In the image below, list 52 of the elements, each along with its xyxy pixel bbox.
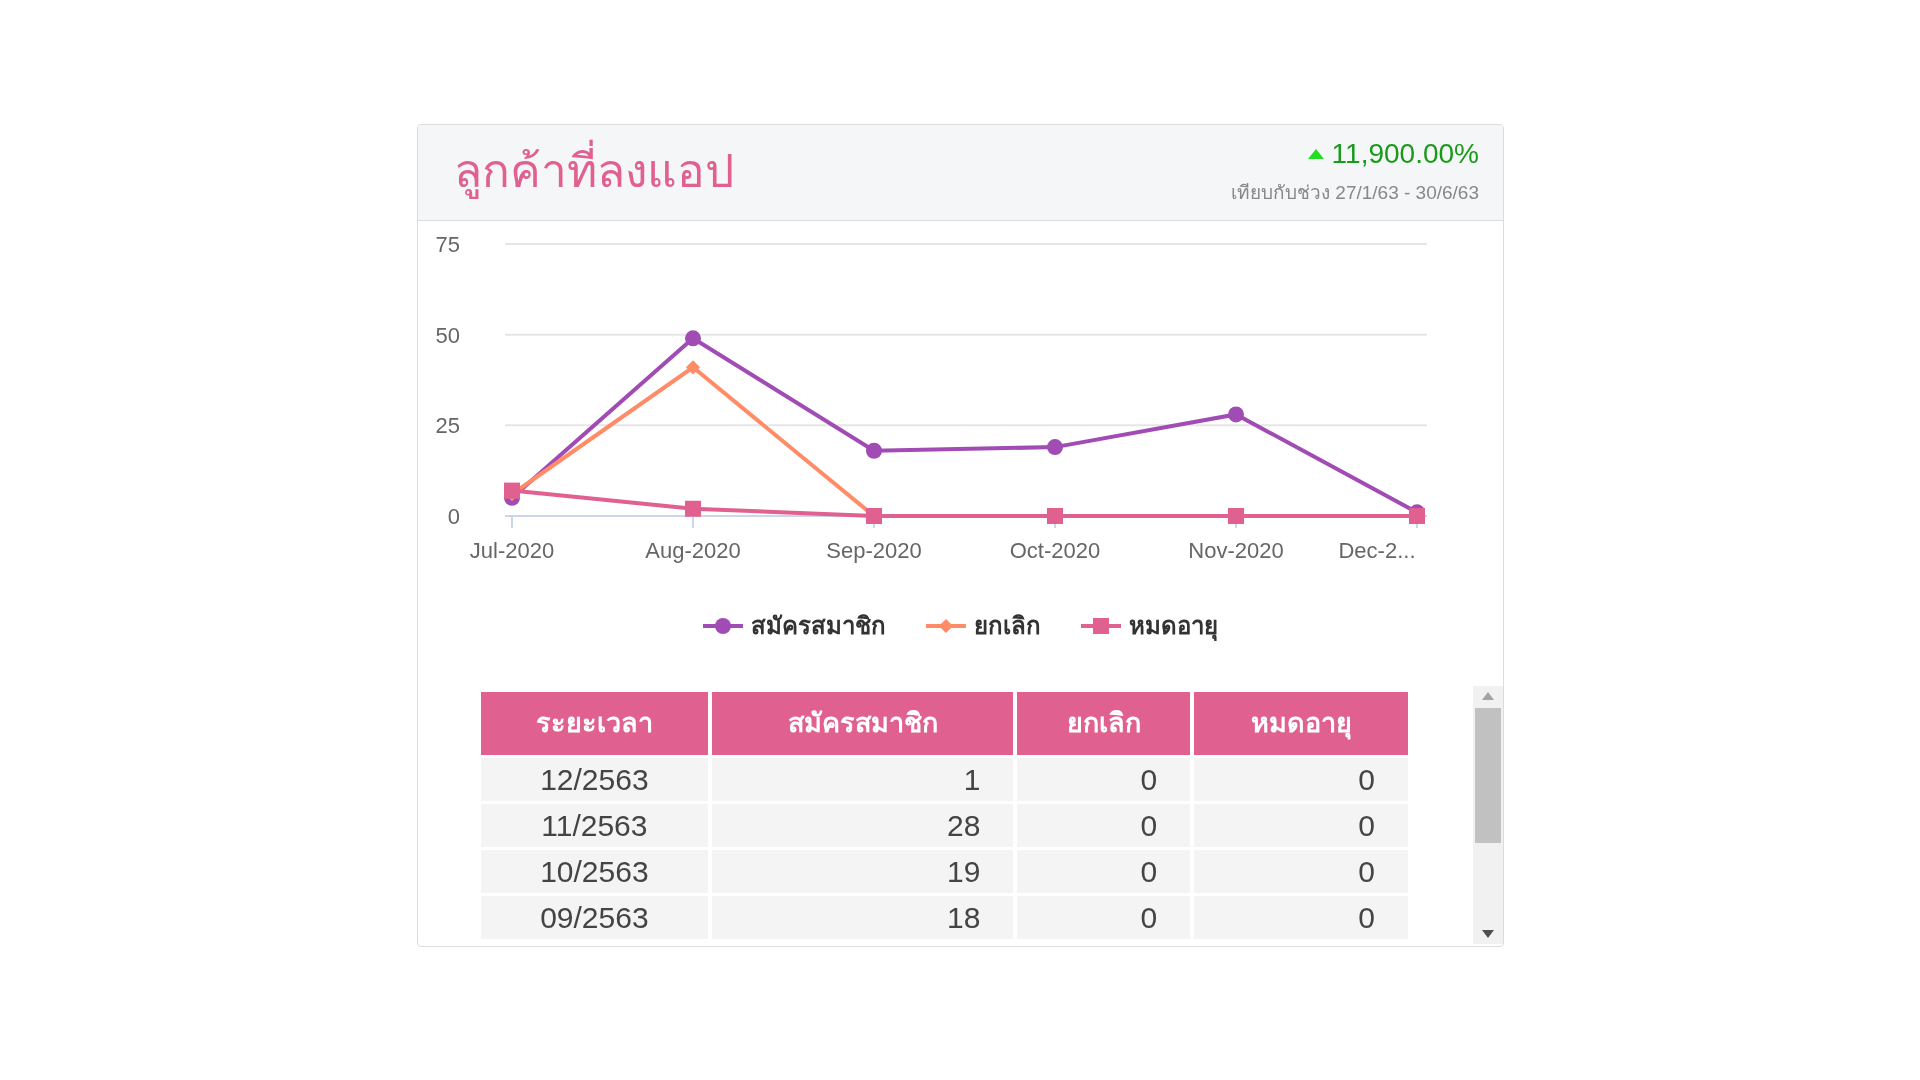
diamond-line-icon (926, 616, 966, 636)
x-axis-label: Nov-2020 (1188, 538, 1284, 563)
square-line-icon (1081, 616, 1121, 636)
legend-label: สมัครสมาชิก (751, 611, 886, 641)
column-header: หมดอายุ (1194, 692, 1409, 755)
table-cell: 0 (1017, 850, 1191, 893)
point (685, 360, 701, 375)
table-cell: 12/2563 (481, 758, 708, 801)
table-cell: 0 (1194, 758, 1409, 801)
table-cell: 0 (1194, 850, 1409, 893)
table-cell: 0 (1017, 758, 1191, 801)
table-cell: 11/2563 (481, 804, 708, 847)
x-axis-label: Oct-2020 (1009, 538, 1101, 563)
table-cell: 0 (1194, 896, 1409, 939)
point (1047, 508, 1063, 524)
column-header: ระยะเวลา (481, 692, 708, 755)
legend-label: ยกเลิก (974, 611, 1041, 641)
table-cell: 0 (1017, 896, 1191, 939)
scrollbar[interactable] (1473, 686, 1503, 944)
table-cell: 18 (711, 896, 1014, 939)
column-header: สมัครสมาชิก (711, 692, 1014, 755)
x-axis-label: Jul-2020 (469, 538, 555, 563)
y-axis-label: 50 (435, 322, 460, 348)
point (685, 500, 701, 517)
table-cell: 0 (1194, 804, 1409, 847)
comparison-period: เทียบกับช่วง 27/1/63 - 30/6/63 (1231, 181, 1479, 205)
table-cell: 19 (711, 850, 1014, 893)
circle-line-icon (703, 616, 743, 636)
point (866, 442, 882, 459)
column-header: ยกเลิก (1017, 692, 1191, 755)
x-axis-label: Sep-2020 (826, 538, 922, 563)
table-cell: 10/2563 (481, 850, 708, 893)
y-axis-label: 25 (435, 413, 460, 439)
table-cell: 28 (711, 804, 1014, 847)
table-cell: 0 (1017, 804, 1191, 847)
point (685, 330, 701, 347)
x-axis-label: Aug-2020 (645, 538, 741, 563)
point (1047, 439, 1063, 456)
table-cell: 1 (711, 758, 1014, 801)
point (1228, 406, 1244, 423)
change-percentage: 11,900.00% (1331, 137, 1479, 171)
point (1228, 508, 1244, 524)
x-axis-label: Dec-2... (1338, 538, 1416, 563)
table-cell: 09/2563 (481, 896, 708, 939)
scroll-down-icon[interactable] (1482, 930, 1494, 938)
scroll-up-icon[interactable] (1482, 692, 1494, 700)
y-axis-label: 0 (447, 504, 460, 529)
scrollbar-thumb[interactable] (1475, 708, 1501, 843)
point (504, 482, 520, 499)
y-axis-label: 75 (435, 232, 460, 257)
point (1409, 508, 1425, 524)
legend-label: หมดอายุ (1129, 611, 1218, 643)
